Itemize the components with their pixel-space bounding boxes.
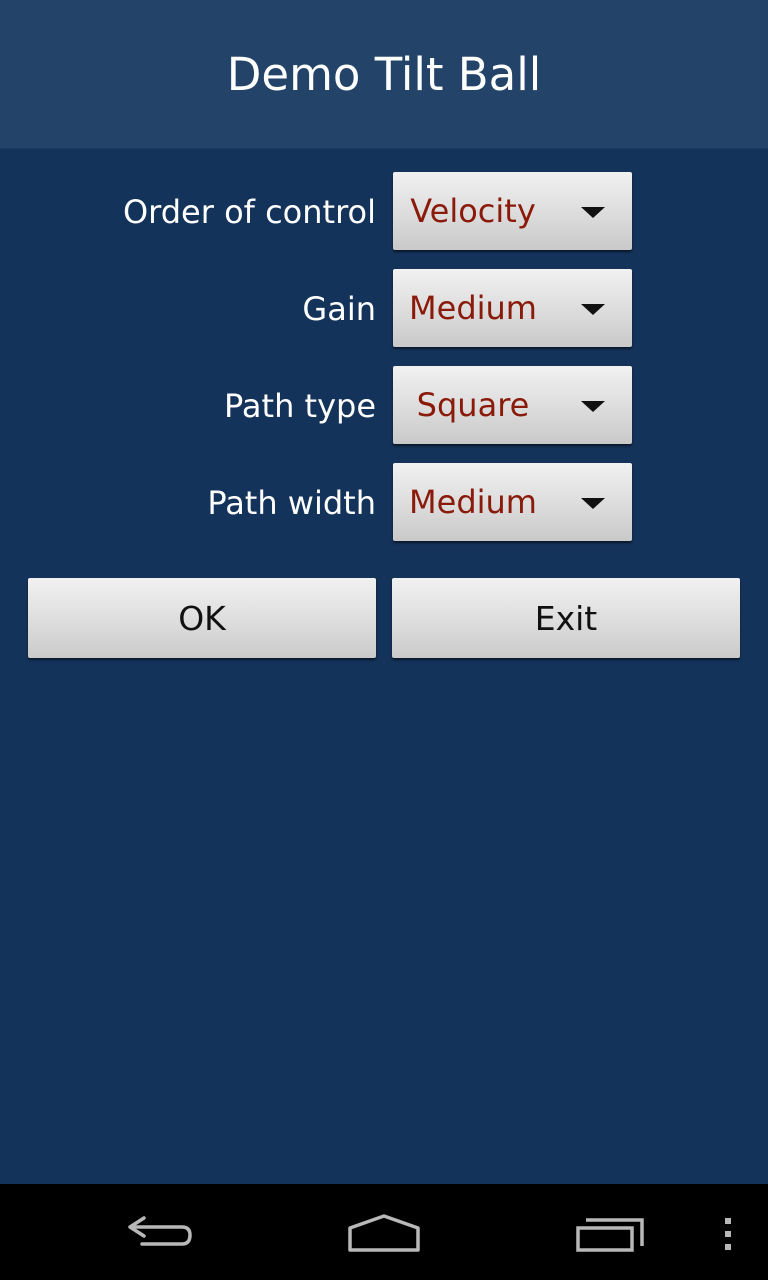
ok-button[interactable]: OK [28, 578, 376, 658]
exit-button[interactable]: Exit [392, 578, 740, 658]
path-width-value: Medium [409, 483, 537, 521]
path-width-spinner[interactable]: Medium [393, 463, 632, 541]
order-of-control-label: Order of control [122, 193, 376, 231]
setting-row-gain: Gain Medium [0, 269, 768, 349]
order-of-control-spinner[interactable]: Velocity [393, 172, 632, 250]
home-icon[interactable] [344, 1212, 424, 1256]
path-type-spinner[interactable]: Square [393, 366, 632, 444]
dropdown-arrow-icon [581, 304, 605, 315]
setting-row-path-width: Path width Medium [0, 463, 768, 543]
gain-value: Medium [409, 289, 537, 327]
back-icon[interactable] [120, 1210, 200, 1254]
system-navigation-bar [0, 1184, 768, 1280]
title-bar: Demo Tilt Ball [0, 0, 768, 149]
order-of-control-value: Velocity [410, 192, 536, 230]
path-type-label: Path type [224, 387, 376, 425]
setting-row-order-of-control: Order of control Velocity [0, 172, 768, 252]
recent-apps-icon[interactable] [572, 1214, 652, 1258]
path-type-value: Square [416, 386, 530, 424]
gain-label: Gain [302, 290, 376, 328]
setting-row-path-type: Path type Square [0, 366, 768, 446]
dropdown-arrow-icon [581, 498, 605, 509]
dropdown-arrow-icon [581, 401, 605, 412]
overflow-menu-icon[interactable] [720, 1214, 736, 1254]
dropdown-arrow-icon [581, 207, 605, 218]
path-width-label: Path width [207, 484, 376, 522]
gain-spinner[interactable]: Medium [393, 269, 632, 347]
app-title: Demo Tilt Ball [226, 47, 542, 101]
